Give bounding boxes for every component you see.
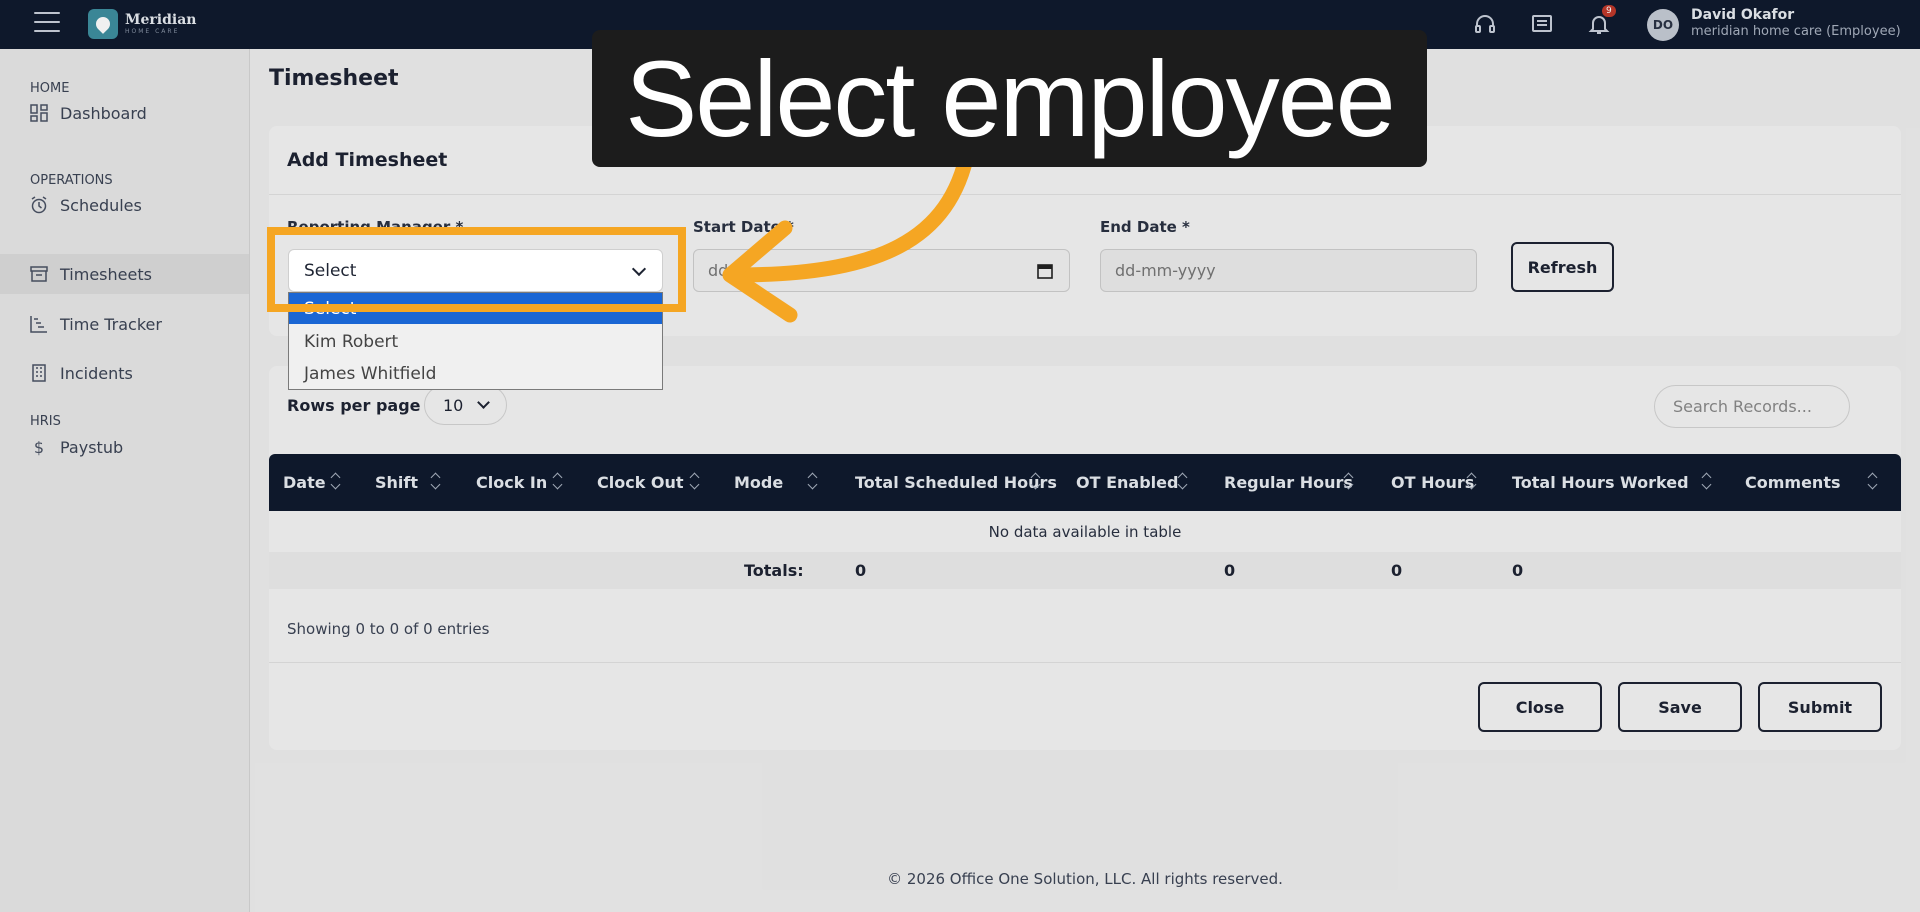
building-icon bbox=[30, 364, 48, 382]
sidebar-item-schedules[interactable]: Schedules bbox=[0, 185, 249, 225]
column-clock-in[interactable]: Clock In bbox=[476, 473, 547, 492]
add-timesheet-title: Add Timesheet bbox=[287, 149, 448, 171]
sidebar-item-paystub[interactable]: $ Paystub bbox=[0, 427, 249, 467]
message-icon[interactable] bbox=[1530, 12, 1554, 36]
reporting-manager-value: Select bbox=[304, 260, 357, 281]
option-kim-robert[interactable]: Kim Robert bbox=[289, 326, 662, 358]
end-date-placeholder: dd-mm-yyyy bbox=[1115, 261, 1216, 280]
column-total-hours-worked[interactable]: Total Hours Worked bbox=[1512, 473, 1689, 492]
page-title: Timesheet bbox=[269, 66, 399, 91]
sort-icon[interactable] bbox=[1178, 470, 1188, 492]
rows-per-page-label: Rows per page bbox=[287, 396, 421, 415]
tutorial-callout: Select employee bbox=[592, 30, 1427, 167]
user-role: meridian home care (Employee) bbox=[1691, 24, 1901, 39]
close-button[interactable]: Close bbox=[1478, 682, 1602, 732]
column-shift[interactable]: Shift bbox=[375, 473, 418, 492]
sort-icon[interactable] bbox=[1467, 470, 1477, 492]
sort-icon[interactable] bbox=[690, 470, 700, 492]
gantt-icon bbox=[30, 315, 48, 333]
sort-icon[interactable] bbox=[1702, 470, 1712, 492]
logo-subtitle: HOME CARE bbox=[125, 28, 180, 35]
sort-icon[interactable] bbox=[1868, 470, 1878, 492]
start-date-value: dd bbox=[708, 261, 729, 280]
reporting-manager-options: Select Kim Robert James Whitfield bbox=[288, 292, 663, 390]
save-button[interactable]: Save bbox=[1618, 682, 1742, 732]
rows-per-page-select[interactable]: 10 bbox=[424, 385, 507, 425]
records-card: Rows per page 10 Search Records... Date … bbox=[269, 366, 1901, 750]
sort-icon[interactable] bbox=[331, 470, 341, 492]
sidebar-item-label: Timesheets bbox=[60, 264, 152, 284]
column-clock-out[interactable]: Clock Out bbox=[597, 473, 684, 492]
sort-icon[interactable] bbox=[1344, 470, 1354, 492]
notification-badge: 9 bbox=[1602, 5, 1616, 17]
total-regular-value: 0 bbox=[1224, 561, 1236, 580]
sort-icon[interactable] bbox=[1031, 470, 1041, 492]
column-total-scheduled-hours[interactable]: Total Scheduled Hours bbox=[855, 473, 1057, 492]
divider bbox=[269, 662, 1901, 663]
search-input[interactable]: Search Records... bbox=[1654, 385, 1850, 428]
entries-info: Showing 0 to 0 of 0 entries bbox=[287, 620, 490, 638]
end-date-input[interactable]: dd-mm-yyyy bbox=[1100, 249, 1477, 292]
submit-button[interactable]: Submit bbox=[1758, 682, 1882, 732]
logo-heart-icon bbox=[88, 9, 118, 39]
sidebar-item-time-tracker[interactable]: Time Tracker bbox=[0, 304, 249, 344]
divider bbox=[269, 194, 1901, 195]
reporting-manager-label: Reporting Manager * bbox=[287, 218, 464, 236]
reporting-manager-select[interactable]: Select bbox=[288, 249, 663, 292]
chevron-down-icon bbox=[631, 261, 647, 277]
column-regular-hours[interactable]: Regular Hours bbox=[1224, 473, 1353, 492]
user-name[interactable]: David Okafor bbox=[1691, 7, 1794, 23]
total-worked-value: 0 bbox=[1512, 561, 1524, 580]
end-date-label: End Date * bbox=[1100, 218, 1190, 236]
column-comments[interactable]: Comments bbox=[1745, 473, 1841, 492]
totals-row: Totals: 0 0 0 0 bbox=[269, 552, 1901, 589]
sidebar: HOME Dashboard OPERATIONS Schedules Time… bbox=[0, 49, 250, 912]
app-logo[interactable]: Meridian HOME CARE bbox=[88, 9, 196, 39]
sort-icon[interactable] bbox=[808, 470, 818, 492]
sidebar-item-timesheets[interactable]: Timesheets bbox=[0, 254, 249, 294]
chevron-down-icon bbox=[477, 396, 490, 409]
sidebar-item-label: Incidents bbox=[60, 363, 133, 383]
hamburger-menu-icon[interactable] bbox=[34, 12, 60, 34]
column-date[interactable]: Date bbox=[283, 473, 326, 492]
sidebar-item-incidents[interactable]: Incidents bbox=[0, 353, 249, 393]
headset-icon[interactable] bbox=[1473, 12, 1497, 36]
sort-icon[interactable] bbox=[431, 470, 441, 492]
empty-table-message: No data available in table bbox=[269, 511, 1901, 552]
callout-text: Select employee bbox=[625, 38, 1395, 159]
total-ot-value: 0 bbox=[1391, 561, 1403, 580]
sort-icon[interactable] bbox=[553, 470, 563, 492]
start-date-label: Start Date * bbox=[693, 218, 794, 236]
avatar[interactable]: DO bbox=[1647, 9, 1679, 41]
sidebar-item-label: Paystub bbox=[60, 437, 124, 457]
total-scheduled-value: 0 bbox=[855, 561, 867, 580]
column-mode[interactable]: Mode bbox=[734, 473, 783, 492]
dollar-icon: $ bbox=[33, 437, 45, 457]
archive-icon bbox=[30, 265, 48, 283]
table-header: Date Shift Clock In Clock Out Mode Total… bbox=[269, 454, 1901, 511]
sidebar-item-label: Schedules bbox=[60, 195, 142, 215]
start-date-input[interactable]: dd bbox=[693, 249, 1070, 292]
sidebar-item-label: Dashboard bbox=[60, 103, 147, 123]
sidebar-item-dashboard[interactable]: Dashboard bbox=[0, 93, 249, 133]
footer-copyright: © 2026 Office One Solution, LLC. All rig… bbox=[887, 870, 1283, 888]
rows-per-page-value: 10 bbox=[443, 395, 464, 415]
sidebar-item-label: Time Tracker bbox=[60, 314, 162, 334]
column-ot-hours[interactable]: OT Hours bbox=[1391, 473, 1474, 492]
refresh-button[interactable]: Refresh bbox=[1511, 242, 1614, 292]
dashboard-icon bbox=[30, 104, 48, 122]
logo-title: Meridian bbox=[125, 12, 197, 28]
option-james-whitfield[interactable]: James Whitfield bbox=[289, 358, 662, 390]
calendar-icon[interactable] bbox=[1037, 263, 1053, 279]
totals-label: Totals: bbox=[744, 561, 804, 580]
alarm-clock-icon bbox=[30, 196, 48, 214]
option-select[interactable]: Select bbox=[289, 293, 662, 324]
column-ot-enabled[interactable]: OT Enabled bbox=[1076, 473, 1178, 492]
